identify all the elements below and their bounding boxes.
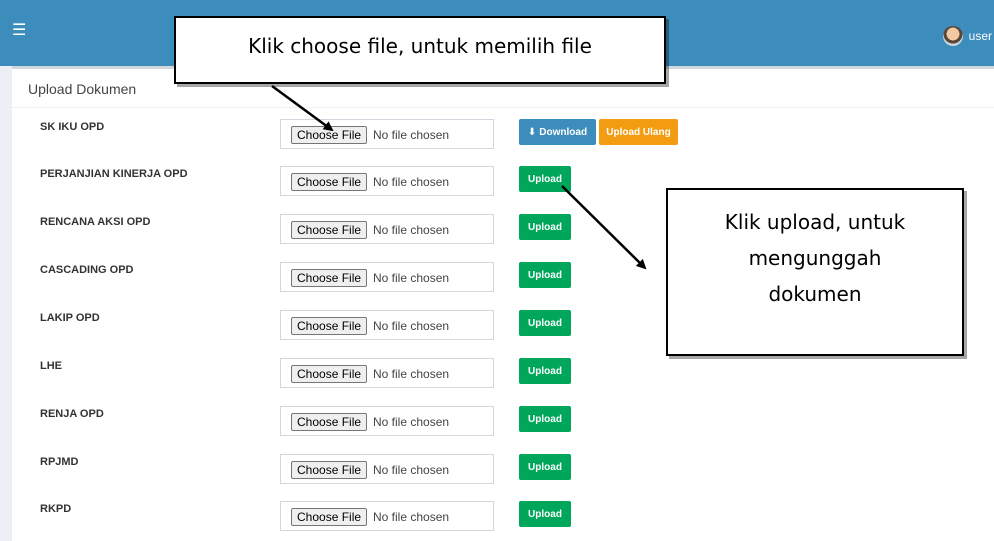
- choose-file-button[interactable]: Choose File: [291, 126, 368, 144]
- upload-button[interactable]: Upload: [519, 501, 571, 527]
- file-input[interactable]: Choose File No file chosen: [280, 454, 494, 484]
- upload-button[interactable]: Upload: [519, 214, 571, 240]
- document-row: SK IKU OPD Choose File No file chosen ⬇ …: [12, 119, 994, 149]
- choose-file-button[interactable]: Choose File: [291, 173, 368, 191]
- callout-upload: Klik upload, untuk mengunggah dokumen: [666, 188, 964, 356]
- file-status: No file chosen: [373, 175, 450, 189]
- file-input[interactable]: Choose File No file chosen: [280, 214, 494, 244]
- avatar[interactable]: [942, 26, 963, 46]
- choose-file-button[interactable]: Choose File: [291, 413, 368, 431]
- upload-button[interactable]: Upload: [519, 358, 571, 384]
- document-label: SK IKU OPD: [40, 121, 105, 133]
- callout-upload-line: mengunggah: [748, 246, 882, 270]
- document-label: LAKIP OPD: [40, 312, 100, 324]
- file-input[interactable]: Choose File No file chosen: [280, 166, 494, 196]
- upload-ulang-button[interactable]: Upload Ulang: [599, 119, 678, 145]
- file-status: No file chosen: [373, 319, 450, 333]
- document-row: RKPD Choose File No file chosen Upload: [12, 501, 994, 531]
- file-status: No file chosen: [373, 223, 450, 237]
- file-input[interactable]: Choose File No file chosen: [280, 501, 494, 531]
- callout-choose-file: Klik choose file, untuk memilih file: [174, 16, 666, 84]
- callout-choose-file-text: Klik choose file, untuk memilih file: [248, 34, 592, 58]
- callout-upload-line: Klik upload, untuk: [724, 210, 906, 234]
- document-label: RENCANA AKSI OPD: [40, 216, 151, 228]
- document-label: PERJANJIAN KINERJA OPD: [40, 168, 188, 180]
- choose-file-button[interactable]: Choose File: [291, 365, 368, 383]
- file-status: No file chosen: [373, 463, 450, 477]
- file-status: No file chosen: [373, 510, 450, 524]
- choose-file-button[interactable]: Choose File: [291, 508, 368, 526]
- file-status: No file chosen: [373, 128, 450, 142]
- callout-upload-line: dokumen: [768, 282, 862, 306]
- document-row: RENJA OPD Choose File No file chosen Upl…: [12, 406, 994, 436]
- hamburger-icon[interactable]: ☰: [12, 22, 26, 40]
- document-label: RKPD: [40, 503, 72, 515]
- file-input[interactable]: Choose File No file chosen: [280, 119, 494, 149]
- upload-button[interactable]: Upload: [519, 406, 571, 432]
- document-label: LHE: [40, 360, 62, 372]
- download-icon: ⬇: [527, 126, 537, 138]
- document-label: RENJA OPD: [40, 408, 104, 420]
- download-button[interactable]: ⬇ Download: [519, 119, 596, 145]
- document-label: CASCADING OPD: [40, 264, 134, 276]
- upload-ulang-label: Upload Ulang: [606, 126, 671, 138]
- file-input[interactable]: Choose File No file chosen: [280, 358, 494, 388]
- upload-button[interactable]: Upload: [519, 454, 571, 480]
- file-input[interactable]: Choose File No file chosen: [280, 406, 494, 436]
- file-status: No file chosen: [373, 367, 450, 381]
- upload-button[interactable]: Upload: [519, 166, 571, 192]
- upload-button[interactable]: Upload: [519, 310, 571, 336]
- choose-file-button[interactable]: Choose File: [291, 317, 368, 335]
- document-row: LHE Choose File No file chosen Upload: [12, 358, 994, 388]
- panel-title: Upload Dokumen: [28, 81, 137, 97]
- file-status: No file chosen: [373, 415, 450, 429]
- choose-file-button[interactable]: Choose File: [291, 221, 368, 239]
- user-menu[interactable]: user: [942, 24, 994, 48]
- choose-file-button[interactable]: Choose File: [291, 461, 368, 479]
- file-status: No file chosen: [373, 271, 450, 285]
- download-label: Download: [539, 126, 588, 138]
- document-row: RPJMD Choose File No file chosen Upload: [12, 454, 994, 484]
- file-input[interactable]: Choose File No file chosen: [280, 262, 494, 292]
- username[interactable]: user: [969, 29, 994, 43]
- document-label: RPJMD: [40, 456, 79, 468]
- file-input[interactable]: Choose File No file chosen: [280, 310, 494, 340]
- choose-file-button[interactable]: Choose File: [291, 269, 368, 287]
- upload-button[interactable]: Upload: [519, 262, 571, 288]
